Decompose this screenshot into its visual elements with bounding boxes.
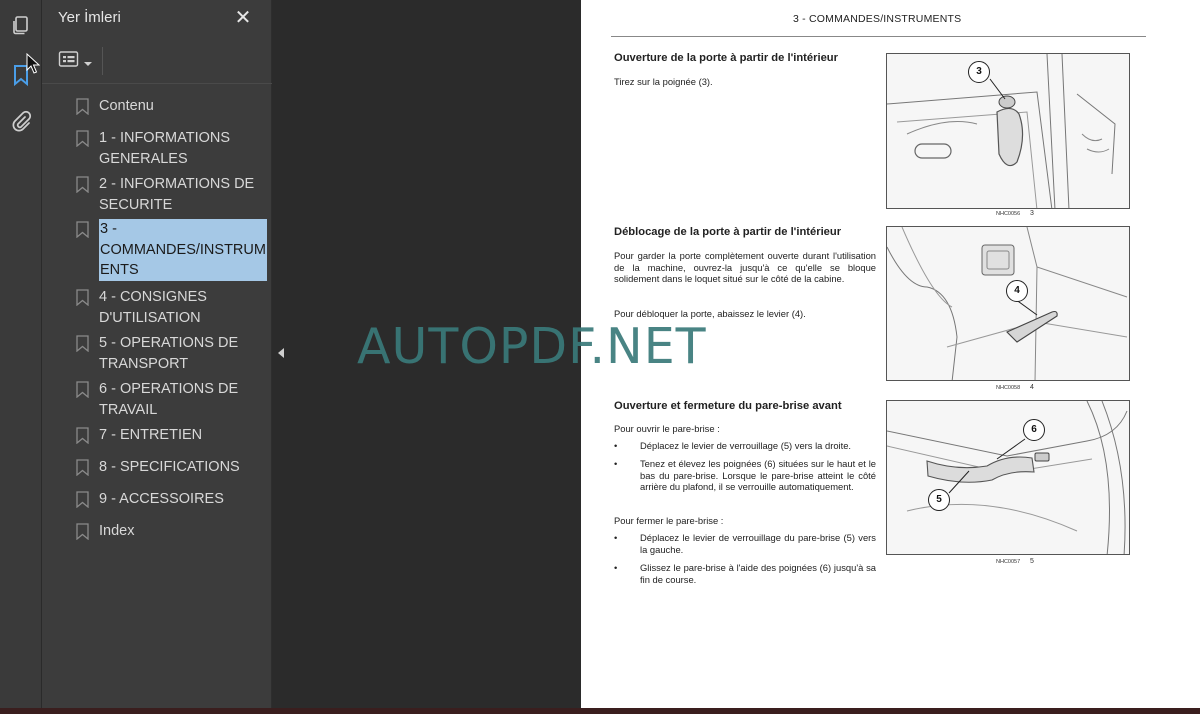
- bookmark-label: Contenu: [99, 98, 154, 114]
- options-menu-button[interactable]: [58, 50, 98, 72]
- figure-callout: 5: [928, 489, 950, 511]
- list-item: Tenez et élevez les poignées (6) situées…: [640, 458, 876, 493]
- bullet-icon: •: [614, 440, 618, 451]
- list-item: Déplacez le levier de verrouillage (5) v…: [640, 440, 852, 451]
- pdf-viewer: Yer İmleri ✕ Contenu 1 - INFORMATIONS GE…: [0, 0, 1200, 714]
- bookmark-flag-icon: [76, 335, 89, 353]
- figure-callout: 4: [1006, 280, 1028, 302]
- page-bottom-edge: [0, 708, 1200, 714]
- bookmark-flag-icon: [76, 289, 89, 307]
- close-icon[interactable]: ✕: [232, 6, 254, 28]
- bookmark-flag-icon: [76, 523, 89, 541]
- bookmark-label: 2 - INFORMATIONS DE SECURITE: [99, 176, 255, 213]
- pages-icon[interactable]: [6, 10, 36, 40]
- paperclip-icon[interactable]: [6, 107, 36, 137]
- toolbar-divider: [102, 47, 103, 75]
- bookmarks-panel: Yer İmleri ✕ Contenu 1 - INFORMATIONS GE…: [42, 0, 272, 714]
- figure-code: NHC0057: [996, 559, 1021, 565]
- section-title: Déblocage de la porte à partir de l'inté…: [614, 226, 842, 238]
- bookmark-label: 4 - CONSIGNES D'UTILISATION: [99, 289, 207, 326]
- list-item: Glissez le pare-brise à l'aide des poign…: [640, 562, 876, 585]
- section-title: Ouverture de la porte à partir de l'inté…: [614, 52, 838, 64]
- bookmark-flag-icon: [76, 459, 89, 477]
- page-header: 3 - COMMANDES/INSTRUMENTS: [793, 13, 962, 25]
- figure-callout: 6: [1023, 419, 1045, 441]
- section-text: Tirez sur la poignée (3).: [614, 76, 713, 87]
- figure-code: NHC0058: [996, 385, 1021, 391]
- figure-callout: 3: [968, 61, 990, 83]
- collapse-arrow-icon[interactable]: [276, 345, 286, 359]
- list-item: Déplacez le levier de verrouillage du pa…: [640, 532, 876, 555]
- bookmark-label: 7 - ENTRETIEN: [99, 427, 203, 443]
- figure-number: 4: [1030, 384, 1034, 391]
- header-rule: [611, 36, 1146, 37]
- bookmark-flag-icon: [76, 491, 89, 509]
- bookmark-label: 6 - OPERATIONS DE TRAVAIL: [99, 381, 239, 418]
- chevron-down-icon: [84, 52, 92, 71]
- bookmark-label: 8 - SPECIFICATIONS: [99, 459, 240, 475]
- navigation-rail: [0, 0, 42, 714]
- bullet-icon: •: [614, 458, 618, 469]
- panel-toolbar: [42, 38, 272, 84]
- figure-windshield: 6 5: [886, 400, 1130, 555]
- bookmark-flag-icon: [76, 221, 89, 239]
- section-title: Ouverture et fermeture du pare-brise ava…: [614, 400, 842, 412]
- bookmark-label: 1 - INFORMATIONS GENERALES: [99, 130, 231, 167]
- section-text: Pour garder la porte complètement ouvert…: [614, 250, 876, 285]
- options-menu-icon: [58, 50, 80, 72]
- bookmark-flag-icon: [76, 98, 89, 116]
- bookmark-flag-icon: [76, 381, 89, 399]
- bullet-icon: •: [614, 562, 618, 573]
- bookmark-label: 9 - ACCESSOIRES: [99, 491, 224, 507]
- bookmark-flag-icon: [76, 176, 89, 194]
- figure-door-handle: 3: [886, 53, 1130, 209]
- bookmark-flag-icon: [76, 427, 89, 445]
- bookmark-flag-icon: [76, 130, 89, 148]
- bookmark-label: 3 - COMMANDES/INSTRUMENTS: [99, 219, 267, 281]
- section-text: Pour ouvrir le pare-brise :: [614, 423, 720, 434]
- figure-code: NHC0056: [996, 211, 1021, 217]
- mouse-cursor-icon: [26, 52, 41, 79]
- figure-door-latch: 4: [886, 226, 1130, 381]
- watermark: AUTOPDF.NET: [357, 318, 707, 375]
- panel-title: Yer İmleri: [58, 9, 121, 26]
- section-text: Pour fermer le pare-brise :: [614, 515, 724, 526]
- bullet-icon: •: [614, 532, 618, 543]
- figure-number: 3: [1030, 210, 1034, 217]
- bookmark-label: 5 - OPERATIONS DE TRANSPORT: [99, 335, 239, 372]
- bookmark-label: Index: [99, 523, 135, 539]
- figure-number: 5: [1030, 558, 1034, 565]
